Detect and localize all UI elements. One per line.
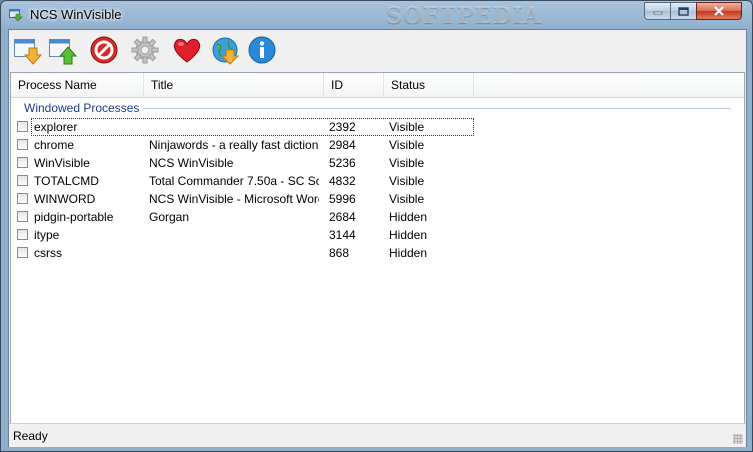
globe-refresh-icon [212, 37, 240, 65]
stop-button[interactable] [87, 33, 121, 67]
row-checkbox[interactable] [17, 139, 28, 150]
cell-status: Hidden [389, 210, 428, 224]
cell-process-name: WINWORD [34, 192, 96, 206]
cell-id: 2392 [329, 120, 356, 134]
cell-id: 2984 [329, 138, 356, 152]
watermark: SOFTPEDIA [386, 3, 542, 29]
favorite-button[interactable] [170, 33, 204, 67]
column-header-title[interactable]: Title [144, 73, 324, 97]
close-button[interactable] [696, 2, 742, 20]
cell-id: 2684 [329, 210, 356, 224]
table-row[interactable]: WinVisible NCS WinVisible 5236 Visible [11, 154, 744, 172]
row-checkbox[interactable] [17, 157, 28, 168]
window-arrow-down-icon [14, 39, 43, 65]
row-checkbox[interactable] [17, 229, 28, 240]
about-button[interactable] [245, 33, 279, 67]
update-button[interactable] [208, 33, 242, 67]
show-window-button[interactable] [46, 33, 80, 67]
maximize-button[interactable] [670, 2, 697, 20]
cell-title: NCS WinVisible [149, 156, 234, 170]
app-window: NCS WinVisible SOFTPEDIA Process Name Ti… [0, 0, 753, 452]
window-arrow-up-icon [49, 39, 78, 65]
cell-id: 3144 [329, 228, 356, 242]
minimize-button[interactable] [644, 2, 671, 20]
cell-title [149, 244, 319, 262]
column-header-process-name[interactable]: Process Name [11, 73, 144, 97]
cell-title: Gorgan [149, 210, 190, 224]
row-checkbox[interactable] [17, 193, 28, 204]
table-row[interactable]: explorer 2392 Visible [11, 118, 744, 136]
toolbar [9, 30, 746, 71]
cell-id: 5996 [329, 192, 356, 206]
cell-status: Visible [389, 192, 425, 206]
cell-id: 4832 [329, 174, 356, 188]
table-row[interactable]: WINWORD NCS WinVisible - Microsoft Word … [11, 190, 744, 208]
table-row[interactable]: itype 3144 Hidden [11, 226, 744, 244]
cell-process-name: pidgin-portable [34, 210, 114, 224]
cell-status: Hidden [389, 246, 428, 260]
heart-icon [173, 38, 201, 63]
status-text: Ready [13, 429, 48, 443]
cell-process-name: TOTALCMD [34, 174, 99, 188]
status-bar: Ready [9, 423, 746, 447]
client-area: Process Name Title ID Status Windowed Pr… [8, 29, 747, 447]
cell-process-name: chrome [34, 138, 75, 152]
cell-id: 5236 [329, 156, 356, 170]
row-checkbox[interactable] [17, 211, 28, 222]
hide-window-button[interactable] [11, 33, 45, 67]
table-row[interactable]: chrome Ninjawords - a really fast dictio… [11, 136, 744, 154]
cell-process-name: explorer [34, 120, 78, 134]
resize-grip[interactable] [733, 434, 743, 444]
row-checkbox[interactable] [17, 175, 28, 186]
window-title: NCS WinVisible [30, 7, 122, 22]
cell-status: Hidden [389, 228, 428, 242]
table-row[interactable]: pidgin-portable Gorgan 2684 Hidden [11, 208, 744, 226]
group-divider [143, 108, 731, 109]
info-icon [248, 36, 276, 64]
column-header-status[interactable]: Status [384, 73, 474, 97]
close-icon [714, 6, 724, 16]
table-row[interactable]: TOTALCMD Total Commander 7.50a - SC Soft… [11, 172, 744, 190]
cell-status: Visible [389, 174, 425, 188]
row-checkbox[interactable] [17, 121, 28, 132]
maximize-icon [678, 6, 689, 16]
group-label: Windowed Processes [24, 101, 140, 115]
stop-icon [90, 36, 118, 64]
cell-title [149, 118, 319, 136]
cell-title [149, 226, 319, 244]
minimize-icon [653, 11, 662, 15]
table-row[interactable]: csrss 868 Hidden [11, 244, 744, 262]
cell-status: Visible [389, 120, 425, 134]
cell-title: Total Commander 7.50a - SC Soft... [149, 174, 319, 188]
title-bar[interactable]: NCS WinVisible SOFTPEDIA [1, 1, 752, 29]
gear-icon [131, 36, 159, 64]
list-header: Process Name Title ID Status [11, 73, 744, 98]
row-checkbox[interactable] [17, 247, 28, 258]
process-list[interactable]: Process Name Title ID Status Windowed Pr… [10, 72, 745, 424]
cell-status: Visible [389, 138, 425, 152]
cell-title: Ninjawords - a really fast dictionar... [149, 138, 319, 152]
cell-process-name: itype [34, 228, 60, 242]
app-icon [9, 8, 23, 22]
settings-button[interactable] [128, 33, 162, 67]
cell-process-name: csrss [34, 246, 62, 260]
cell-title: NCS WinVisible - Microsoft Word [149, 192, 319, 206]
column-header-id[interactable]: ID [324, 73, 384, 97]
cell-process-name: WinVisible [34, 156, 90, 170]
cell-status: Visible [389, 156, 425, 170]
cell-id: 868 [329, 246, 350, 260]
